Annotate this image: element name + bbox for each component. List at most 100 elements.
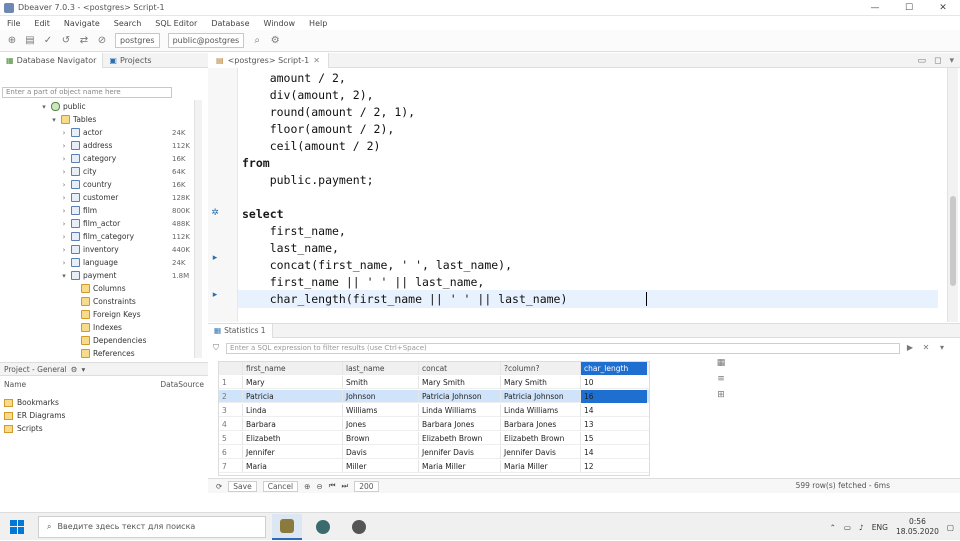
table-row[interactable]: 3 Linda Williams Linda Williams Linda Willia…: [219, 403, 649, 417]
tab-projects[interactable]: ▣ Projects: [103, 53, 157, 68]
apply-filter-icon[interactable]: ▶: [904, 343, 916, 354]
tree-item-indexes[interactable]: Indexes: [70, 321, 122, 334]
taskbar-app-dbeaver[interactable]: [272, 513, 302, 540]
tree-item-payment[interactable]: ▾ payment 1.8M: [60, 269, 189, 282]
tree-item-address[interactable]: › address 112K: [60, 139, 190, 152]
table-cell[interactable]: Elizabeth Brown: [419, 431, 501, 445]
column-header[interactable]: char_length: [581, 361, 647, 375]
add-row-icon[interactable]: ⊕: [304, 482, 310, 491]
table-cell[interactable]: Johnson: [343, 389, 419, 403]
commit-icon[interactable]: ✓: [40, 33, 56, 49]
sql-code-area[interactable]: amount / 2, div(amount, 2), round(amount…: [242, 70, 932, 322]
tree-item-columns[interactable]: Columns: [70, 282, 126, 295]
editor-scrollbar-thumb[interactable]: [950, 196, 956, 286]
expand-toggle-icon[interactable]: ›: [60, 233, 68, 241]
expand-toggle-icon[interactable]: ›: [60, 220, 68, 228]
table-cell[interactable]: 16: [581, 389, 647, 403]
table-cell[interactable]: Linda Williams: [501, 403, 581, 417]
column-header[interactable]: ?column?: [501, 361, 581, 375]
keyboard-language[interactable]: ENG: [872, 523, 888, 532]
column-header[interactable]: first_name: [243, 361, 343, 375]
table-cell[interactable]: 13: [581, 418, 647, 431]
editor-menu-icon[interactable]: ▾: [949, 56, 954, 66]
tree-item-film[interactable]: › film 800K: [60, 204, 190, 217]
table-cell[interactable]: Patricia Johnson: [501, 389, 581, 403]
table-cell[interactable]: Mary Smith: [419, 375, 501, 389]
menu-window[interactable]: Window: [257, 19, 303, 28]
menu-database[interactable]: Database: [204, 19, 256, 28]
column-header[interactable]: last_name: [343, 361, 419, 375]
tree-item-language[interactable]: › language 24K: [60, 256, 186, 269]
menu-sql-editor[interactable]: SQL Editor: [148, 19, 204, 28]
table-cell[interactable]: Jennifer: [243, 445, 343, 459]
table-cell[interactable]: Linda Williams: [419, 403, 501, 417]
table-cell[interactable]: Brown: [343, 431, 419, 445]
save-button[interactable]: Save: [228, 480, 257, 492]
menu-navigate[interactable]: Navigate: [57, 19, 107, 28]
menu-search[interactable]: Search: [107, 19, 148, 28]
table-cell[interactable]: Jennifer Davis: [501, 445, 581, 459]
grid-view-icon[interactable]: ▦: [717, 358, 726, 368]
taskbar-app-chrome[interactable]: [344, 514, 374, 540]
tab-database-navigator[interactable]: ▦ Database Navigator: [0, 52, 104, 68]
table-cell[interactable]: Smith: [343, 375, 419, 389]
navigator-filter-input[interactable]: Enter a part of object name here: [2, 87, 172, 98]
table-row[interactable]: 4 Barbara Jones Barbara Jones Barbara Jones 1…: [219, 417, 649, 431]
new-connection-icon[interactable]: ⊕: [4, 33, 20, 49]
maximize-editor-icon[interactable]: ◻: [934, 56, 941, 66]
delete-row-icon[interactable]: ⊖: [316, 482, 322, 491]
expand-toggle-icon[interactable]: ›: [60, 129, 68, 137]
tree-item-references[interactable]: References: [70, 347, 135, 360]
table-cell[interactable]: Miller: [343, 459, 419, 473]
project-menu-icon[interactable]: ▾: [81, 365, 85, 374]
table-row[interactable]: 5 Elizabeth Brown Elizabeth Brown Elizabeth …: [219, 431, 649, 445]
record-view-icon[interactable]: ⊞: [717, 390, 725, 400]
fetch-size-input[interactable]: 200: [354, 480, 379, 492]
clear-filter-icon[interactable]: ✕: [920, 343, 932, 354]
tree-item-dependencies[interactable]: Dependencies: [70, 334, 146, 347]
tree-item-actor[interactable]: › actor 24K: [60, 126, 186, 139]
active-datasource-combo[interactable]: postgres: [115, 33, 160, 48]
tree-item-customer[interactable]: › customer 128K: [60, 191, 190, 204]
notifications-icon[interactable]: ▢: [947, 523, 954, 532]
taskbar-app-browser[interactable]: [308, 514, 338, 540]
close-tab-icon[interactable]: ✕: [313, 56, 320, 65]
tree-item-city[interactable]: › city 64K: [60, 165, 186, 178]
expand-toggle-icon[interactable]: ›: [60, 207, 68, 215]
sql-editor-icon[interactable]: ▤: [22, 33, 38, 49]
table-row[interactable]: 2 Patricia Johnson Patricia Johnson Patricia…: [219, 389, 649, 403]
table-cell[interactable]: 15: [581, 432, 647, 445]
tab-script-1[interactable]: ▤ <postgres> Script-1 ✕: [208, 52, 329, 68]
tree-item-category[interactable]: › category 16K: [60, 152, 186, 165]
minimize-editor-icon[interactable]: ▭: [917, 56, 926, 66]
table-cell[interactable]: Mary: [243, 375, 343, 389]
table-row[interactable]: 6 Jennifer Davis Jennifer Davis Jennifer Dav…: [219, 445, 649, 459]
results-filter-input[interactable]: Enter a SQL expression to filter results…: [226, 343, 900, 354]
project-item-bookmarks[interactable]: Bookmarks: [4, 396, 204, 409]
first-page-icon[interactable]: ⏮: [329, 481, 336, 491]
search-icon[interactable]: ⌕: [249, 33, 265, 49]
table-cell[interactable]: Elizabeth Brown: [501, 431, 581, 445]
menu-help[interactable]: Help: [302, 19, 334, 28]
tree-item-country[interactable]: › country 16K: [60, 178, 186, 191]
expand-toggle-icon[interactable]: ›: [60, 194, 68, 202]
table-cell[interactable]: 12: [581, 460, 647, 473]
table-cell[interactable]: Maria Miller: [419, 459, 501, 473]
table-row[interactable]: 7 Maria Miller Maria Miller Maria Miller 12: [219, 459, 649, 473]
volume-icon[interactable]: ♪: [859, 523, 864, 532]
expand-toggle-icon[interactable]: ›: [60, 168, 68, 176]
table-cell[interactable]: Davis: [343, 445, 419, 459]
table-cell[interactable]: Mary Smith: [501, 375, 581, 389]
clock[interactable]: 0:56 18.05.2020: [896, 517, 939, 537]
expand-toggle-icon[interactable]: ▾: [40, 103, 48, 111]
close-button[interactable]: ✕: [926, 0, 960, 16]
expand-toggle-icon[interactable]: ›: [60, 142, 68, 150]
tray-arrow-icon[interactable]: ⌃: [830, 523, 836, 532]
expand-toggle-icon[interactable]: ›: [60, 259, 68, 267]
table-cell[interactable]: 14: [581, 446, 647, 459]
table-row[interactable]: 1 Mary Smith Mary Smith Mary Smith 10: [219, 375, 649, 389]
table-cell[interactable]: Maria Miller: [501, 459, 581, 473]
table-cell[interactable]: Patricia Johnson: [419, 389, 501, 403]
table-cell[interactable]: Linda: [243, 403, 343, 417]
column-header[interactable]: concat: [419, 361, 501, 375]
